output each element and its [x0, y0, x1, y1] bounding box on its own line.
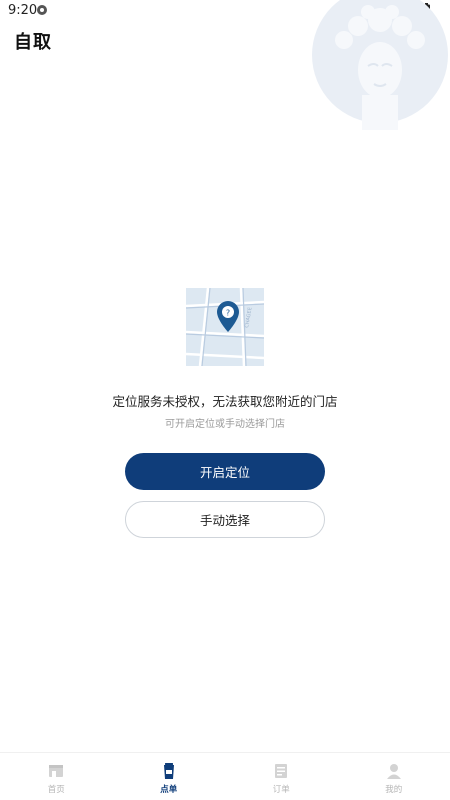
tab-order-label: 点单	[160, 785, 178, 795]
home-icon	[49, 765, 64, 777]
receipt-icon	[275, 764, 288, 778]
location-unauthorized-message: 定位服务未授权，无法获取您附近的门店	[112, 394, 338, 409]
opera-mask-illustration	[312, 0, 448, 130]
cup-icon	[163, 763, 174, 779]
tab-home-label: 首页	[47, 785, 65, 795]
page-title: 自取	[14, 32, 52, 53]
status-time: 9:20	[8, 3, 38, 18]
person-icon	[386, 764, 401, 779]
bottom-tab-bar: 首页 点单 订单 我的	[0, 752, 450, 800]
tab-home[interactable]: 首页	[0, 753, 113, 800]
tab-profile[interactable]: 我的	[338, 753, 450, 800]
tab-orders-label: 订单	[272, 785, 290, 795]
location-hint-text: 可开启定位或手动选择门店	[165, 419, 285, 430]
tab-profile-label: 我的	[385, 785, 403, 795]
enable-location-button[interactable]: 开启定位	[125, 453, 325, 490]
map-location-illustration: CHAGEE ?	[186, 288, 264, 366]
tab-orders[interactable]: 订单	[225, 753, 338, 800]
settings-gear-icon	[37, 5, 47, 15]
manual-select-button[interactable]: 手动选择	[125, 501, 325, 538]
svg-text:?: ?	[226, 309, 230, 318]
tab-order[interactable]: 点单	[113, 753, 226, 800]
